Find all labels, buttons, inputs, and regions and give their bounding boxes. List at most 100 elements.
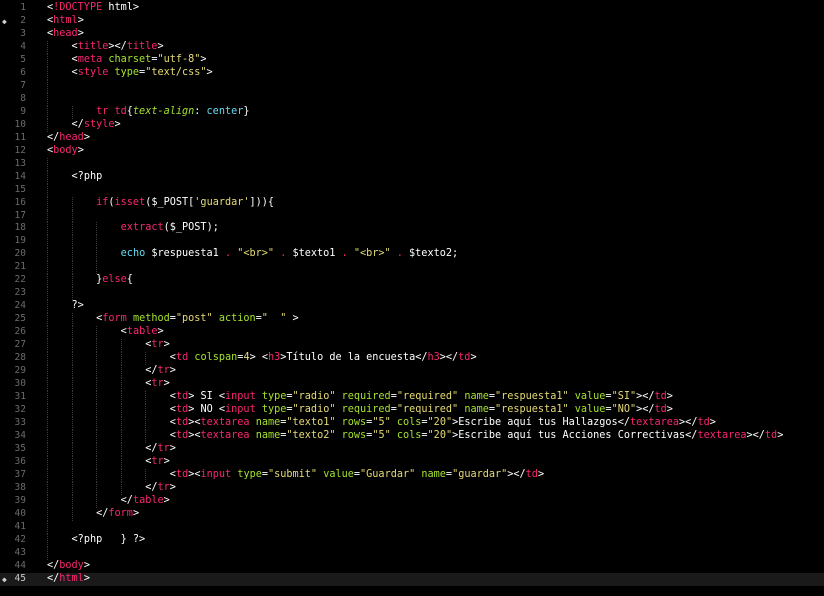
code-line[interactable]: 18 extract($_POST);: [0, 222, 824, 236]
code-line[interactable]: 43: [0, 546, 824, 560]
indent-guide: [96, 326, 98, 340]
line-number: 22: [14, 274, 26, 286]
bookmark-icon[interactable]: ◆: [2, 17, 9, 25]
code-token: method: [132, 313, 170, 325]
code-line[interactable]: 36 <tr>: [0, 455, 824, 469]
code-line[interactable]: 37 <td><input type="submit" value="Guarda…: [0, 468, 824, 482]
code-token: tr: [157, 365, 170, 377]
code-token: !DOCTYPE: [53, 2, 103, 13]
code-line[interactable]: 39 </table>: [0, 494, 824, 508]
code-token: ><: [188, 468, 201, 480]
code-line[interactable]: 1 <!DOCTYPE html>: [0, 2, 824, 15]
indent-guide: [71, 248, 73, 262]
code-line[interactable]: 44 </body>: [0, 560, 824, 573]
code-line[interactable]: 11 </head>: [0, 132, 824, 145]
line-number: 29: [14, 365, 26, 377]
line-number: 20: [14, 248, 26, 260]
code-line[interactable]: 33 <td><textarea name="texto1" rows="5" c…: [0, 417, 824, 430]
indent-guide: [96, 378, 98, 392]
code-line[interactable]: 27 <tr>: [0, 339, 824, 353]
code-line[interactable]: 35 </tr>: [0, 442, 824, 456]
code-text: </style>: [72, 119, 121, 132]
code-text: ?>: [72, 300, 84, 313]
code-text: </tr>: [145, 443, 176, 456]
code-token: tr: [157, 442, 170, 454]
code-token: "NO": [611, 404, 637, 416]
code-line[interactable]: 14 <?php: [0, 170, 824, 184]
code-token: "post": [175, 313, 213, 325]
code-line[interactable]: 12 <body>: [0, 145, 824, 158]
line-number: 15: [14, 183, 26, 195]
code-line[interactable]: 42 <?php } ?>: [0, 533, 824, 547]
indent-guide: [47, 455, 48, 469]
code-token: value: [574, 404, 606, 416]
code-text: <td><textarea name="texto1" rows="5" col…: [170, 417, 716, 430]
line-number: 40: [14, 507, 26, 519]
code-area[interactable]: 1 <!DOCTYPE html> 2 ◆ <html> 3 <head> 4 <title><…: [0, 2, 824, 586]
line-number: 27: [14, 339, 26, 351]
code-token: </: [47, 572, 60, 584]
code-line[interactable]: 16 if(isset($_POST['guardar'])){: [0, 196, 824, 210]
code-line[interactable]: 15: [0, 183, 824, 197]
code-line[interactable]: 40 </form>: [0, 507, 824, 521]
code-line[interactable]: 2 ◆ <html>: [0, 15, 824, 28]
code-token: >Escribe aquí tus Hallazgos</: [452, 417, 630, 428]
code-line[interactable]: 17: [0, 209, 824, 223]
code-line[interactable]: 26 <table>: [0, 326, 824, 340]
indent-guide: [71, 404, 73, 417]
code-line[interactable]: 21: [0, 261, 824, 275]
indent-guide: [47, 378, 48, 392]
code-editor[interactable]: 1 <!DOCTYPE html> 2 ◆ <html> 3 <head> 4 <title><…: [0, 0, 824, 596]
indent-guide: [120, 404, 122, 417]
code-line[interactable]: 19: [0, 235, 824, 249]
code-line[interactable]: 30 <tr>: [0, 378, 824, 392]
line-number: 35: [14, 442, 26, 454]
indent-guide: [71, 507, 73, 521]
code-token: "20": [427, 429, 453, 441]
indent-guide: [47, 326, 48, 340]
code-token: td: [175, 404, 189, 416]
code-token: textarea: [697, 429, 747, 441]
code-line[interactable]: 3 <head>: [0, 28, 824, 41]
code-line[interactable]: 32 <td> NO <input type="radio" required="…: [0, 404, 824, 417]
indent-guide: [120, 417, 122, 430]
indent-guide: [96, 417, 98, 430]
code-text: echo $respuesta1 . "<br>" . $texto1 . "<…: [121, 248, 458, 261]
code-line[interactable]: 28 <td colspan=4> <h3>Título de la encues…: [0, 352, 824, 366]
bookmark-icon[interactable]: ◆: [2, 575, 9, 583]
code-line[interactable]: 13: [0, 157, 824, 171]
code-token: table: [126, 326, 158, 338]
code-line[interactable]: 23: [0, 287, 824, 301]
indent-guide: [71, 378, 73, 392]
code-line[interactable]: 31 <td> SI <input type="radio" required="…: [0, 391, 824, 405]
code-token: input: [200, 468, 232, 480]
code-line[interactable]: 34 <td><textarea name="texto2" rows="5" c…: [0, 429, 824, 443]
line-number: 30: [14, 378, 26, 390]
code-token: </: [145, 481, 158, 493]
code-token: ])){: [249, 196, 275, 208]
code-line[interactable]: 22}else{: [0, 274, 824, 288]
code-line[interactable]: 38 </tr>: [0, 481, 824, 495]
code-token: "guardar": [452, 468, 508, 480]
code-line[interactable]: 25 <form method="post" action=" " >: [0, 313, 824, 327]
code-token: >: [83, 131, 90, 143]
code-line[interactable]: 10 </style>: [0, 118, 824, 132]
code-token: "<br>": [237, 248, 275, 260]
code-text: </tr>: [145, 482, 176, 495]
code-line[interactable]: 9 tr td{text-align: center}: [0, 105, 824, 119]
code-line[interactable]: 29 </tr>: [0, 365, 824, 379]
code-token: >: [163, 494, 170, 506]
code-line[interactable]: 20 echo $respuesta1 . "<br>" . $texto1 . …: [0, 248, 824, 262]
code-line[interactable]: 6 <style type="text/css">: [0, 66, 824, 80]
code-line[interactable]: 24 ?>: [0, 300, 824, 314]
code-line[interactable]: 8: [0, 92, 824, 106]
code-line[interactable]: 7: [0, 79, 824, 93]
code-line[interactable]: 4 <title></title>: [0, 40, 824, 54]
code-line[interactable]: 41: [0, 520, 824, 534]
code-token: ?>: [71, 300, 84, 312]
code-token: value: [574, 391, 606, 403]
indent-guide: [96, 248, 98, 262]
code-line[interactable]: 45 ◆ </html>: [0, 572, 824, 586]
code-token: "respuesta1": [495, 404, 569, 416]
code-line[interactable]: 5 <meta charset="utf-8">: [0, 53, 824, 67]
